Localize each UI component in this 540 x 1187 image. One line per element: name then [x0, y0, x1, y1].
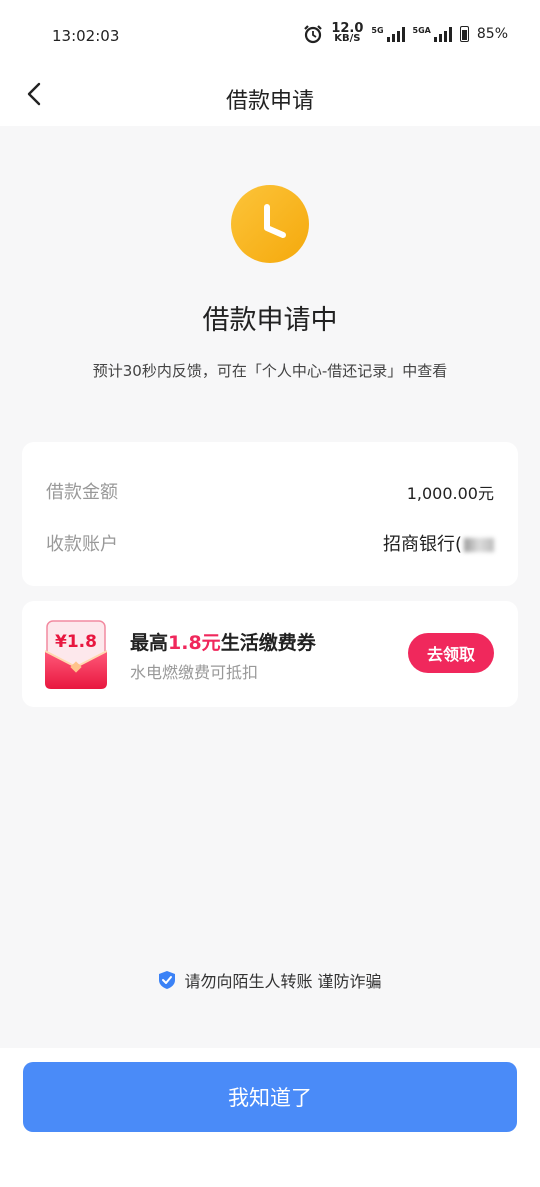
nav-bar: 借款申请 — [0, 70, 540, 126]
coupon-card[interactable]: ¥1.8 最高1.8元生活缴费券 水电燃缴费可抵扣 去领取 — [22, 601, 518, 707]
bank-name: 招商银行( — [382, 534, 462, 555]
masked-account-number — [464, 538, 494, 552]
receiving-account-value: 招商银行( — [383, 530, 494, 556]
coupon-title: 最高1.8元生活缴费券 — [130, 632, 316, 654]
shield-check-icon — [159, 971, 176, 989]
signal-5ga-icon: 5GA — [413, 26, 452, 42]
red-envelope-icon: ¥1.8 — [45, 620, 107, 689]
battery-percent: 85% — [476, 26, 508, 42]
status-icons: 12.0 KB/S 5G 5GA 85% — [303, 21, 508, 44]
battery-icon — [459, 26, 469, 42]
claim-coupon-button[interactable]: 去领取 — [408, 633, 494, 673]
fraud-warning-text: 请勿向陌生人转账 谨防诈骗 — [184, 972, 382, 991]
coupon-highlight-amount: 1.8元 — [168, 632, 221, 654]
loan-amount-label: 借款金额 — [46, 482, 118, 503]
status-subtitle: 预计30秒内反馈，可在「个人中心-借还记录」中查看 — [92, 362, 448, 380]
receiving-account-row: 收款账户 招商银行( — [46, 530, 494, 556]
page-title: 借款申请 — [225, 89, 314, 114]
receiving-account-label: 收款账户 — [46, 534, 118, 555]
network-speed: 12.0 KB/S — [331, 21, 364, 44]
loan-amount-value: 1,000.00元 — [406, 484, 494, 503]
fraud-warning: 请勿向陌生人转账 谨防诈骗 — [0, 968, 540, 992]
bottom-bar: 我知道了 — [0, 1048, 540, 1187]
status-bar: 13:02:03 12.0 KB/S 5G 5GA 85% — [0, 0, 540, 70]
loan-info-card: 借款金额 1,000.00元 收款账户 招商银行( — [22, 442, 518, 586]
coupon-subtitle: 水电燃缴费可抵扣 — [130, 663, 259, 682]
alarm-icon — [304, 25, 323, 44]
signal-5g-icon: 5G — [371, 26, 405, 42]
status-heading: 借款申请中 — [202, 305, 338, 336]
clock-icon — [231, 185, 309, 263]
loan-amount-row: 借款金额 1,000.00元 — [46, 478, 494, 504]
acknowledge-button[interactable]: 我知道了 — [23, 1062, 517, 1132]
status-time: 13:02:03 — [52, 27, 120, 45]
coupon-badge-amount: ¥1.8 — [55, 632, 97, 652]
